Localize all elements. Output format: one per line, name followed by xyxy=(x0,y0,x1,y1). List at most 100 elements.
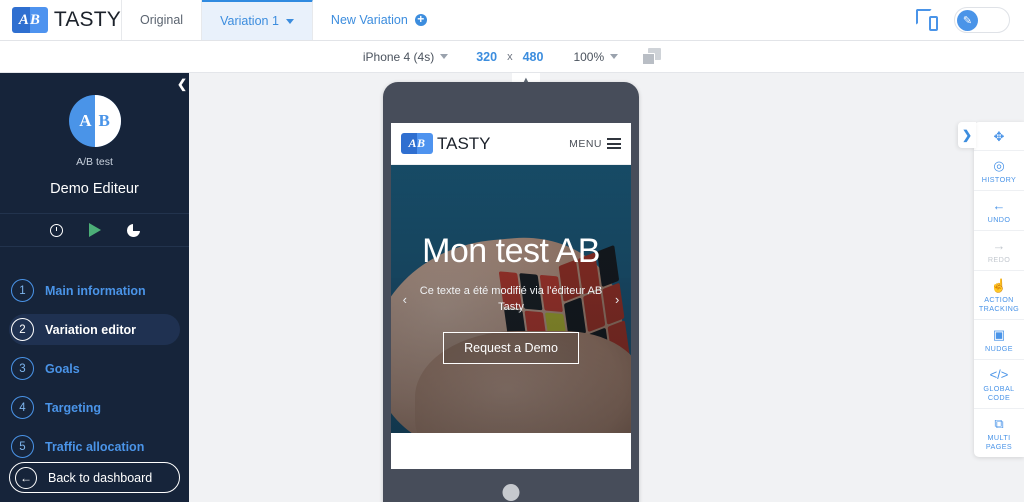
pencil-icon: ✎ xyxy=(957,9,978,31)
carousel-next-icon[interactable]: › xyxy=(615,292,619,307)
sidebar-item-variation-editor[interactable]: 2 Variation editor xyxy=(9,314,180,345)
history-button[interactable]: ◎ HISTORY xyxy=(974,151,1024,191)
preview-footer xyxy=(391,433,631,469)
new-variation-label: New Variation xyxy=(330,13,408,27)
undo-icon: ← xyxy=(992,198,1006,213)
step-number: 5 xyxy=(11,435,34,458)
request-demo-button[interactable]: Request a Demo xyxy=(443,331,579,364)
global-code-label: GLOBAL CODE xyxy=(983,384,1015,402)
viewport-height-value[interactable]: 480 xyxy=(523,50,544,64)
hero-content: Mon test AB ‹ Ce texte a été modifié via… xyxy=(391,165,631,433)
arrow-left-circle-icon: ← xyxy=(15,466,37,489)
chevron-right-icon[interactable]: ❯ xyxy=(958,122,976,148)
tab-variation-1[interactable]: Variation 1 xyxy=(202,0,313,40)
device-size-bar: iPhone 4 (4s) 320 x 480 100% xyxy=(0,41,1024,73)
preview-site-header: AB TASTY MENU xyxy=(391,123,631,165)
carousel-prev-icon[interactable]: ‹ xyxy=(403,292,407,307)
avatar-letter-a: A xyxy=(79,111,99,130)
preview-logo-text: TASTY xyxy=(437,133,491,153)
device-frame: AB TASTY MENU Mon test AB ‹ Ce texte a é… xyxy=(383,82,639,502)
sidebar-header: AB A/B test Demo Editeur xyxy=(0,73,189,197)
duplicate-screens-icon[interactable] xyxy=(642,48,662,65)
sidebar-action-icons xyxy=(0,213,189,247)
sidebar-item-traffic-allocation[interactable]: 5 Traffic allocation xyxy=(9,431,180,462)
nudge-label: NUDGE xyxy=(985,344,1013,353)
global-code-icon: </> xyxy=(989,367,1009,382)
topbar-right-controls: ✎ xyxy=(916,0,1024,40)
dimension-separator: x xyxy=(507,50,513,63)
back-to-dashboard-button[interactable]: ← Back to dashboard xyxy=(9,462,180,493)
right-toolbar: ❯ ✥ ◎ HISTORY ← UNDO → REDO ☝ ACTION TRA… xyxy=(958,122,1024,457)
chevron-down-icon[interactable] xyxy=(285,18,294,24)
step-number: 3 xyxy=(11,357,34,380)
tab-original[interactable]: Original xyxy=(122,0,203,40)
ab-tasty-logo-icon: AB xyxy=(12,7,48,33)
redo-label: REDO xyxy=(987,255,1011,264)
hamburger-menu-icon xyxy=(607,138,621,149)
campaign-title: Demo Editeur xyxy=(50,181,139,197)
clock-icon[interactable] xyxy=(49,223,63,237)
new-variation-button[interactable]: New Variation + xyxy=(313,0,445,40)
play-icon[interactable] xyxy=(88,223,101,237)
action-tracking-icon: ☝ xyxy=(990,278,1008,293)
pie-chart-icon[interactable] xyxy=(126,223,140,237)
undo-label: UNDO xyxy=(987,215,1011,224)
sidebar-item-main-information[interactable]: 1 Main information xyxy=(9,275,180,306)
step-number: 2 xyxy=(11,318,34,341)
step-number: 4 xyxy=(11,396,34,419)
step-number: 1 xyxy=(11,279,34,302)
test-type-label: A/B test xyxy=(76,156,113,168)
move-handle-icon[interactable]: ✥ xyxy=(974,122,1024,151)
brand-mark-text: AB xyxy=(18,11,41,28)
chevron-down-icon xyxy=(440,54,449,59)
back-to-dashboard-label: Back to dashboard xyxy=(48,470,153,485)
history-icon: ◎ xyxy=(993,158,1005,173)
preview-menu-button[interactable]: MENU xyxy=(569,138,621,150)
top-bar: AB TASTY Original Variation 1 New Variat… xyxy=(0,0,1024,41)
preview-logo-mark-text: AB xyxy=(408,136,426,150)
undo-button[interactable]: ← UNDO xyxy=(974,191,1024,231)
brand-name: TASTY xyxy=(53,8,121,31)
brand-logo-area: AB TASTY xyxy=(0,0,122,40)
chevron-down-icon xyxy=(610,54,619,59)
ab-tasty-editor-app: AB TASTY Original Variation 1 New Variat… xyxy=(0,0,1024,502)
chevron-left-icon[interactable]: ❮ xyxy=(175,73,189,95)
hero-subtitle-row: ‹ Ce texte a été modifié via l'éditeur A… xyxy=(399,284,623,316)
move-glyph: ✥ xyxy=(993,129,1005,144)
screen-front-shape xyxy=(642,53,656,65)
sidebar-item-label: Traffic allocation xyxy=(45,439,145,454)
preview-screen[interactable]: AB TASTY MENU Mon test AB ‹ Ce texte a é… xyxy=(391,123,631,469)
nudge-button[interactable]: ▣ NUDGE xyxy=(974,320,1024,360)
phone-shape xyxy=(929,16,938,31)
preview-logo[interactable]: AB TASTY xyxy=(401,133,491,154)
avatar-letter-b: B xyxy=(98,111,117,130)
sidebar-item-targeting[interactable]: 4 Targeting xyxy=(9,392,180,423)
viewport-width-value[interactable]: 320 xyxy=(476,50,497,64)
responsive-devices-icon[interactable] xyxy=(916,9,940,31)
preview-hero-section[interactable]: Mon test AB ‹ Ce texte a été modifié via… xyxy=(391,165,631,433)
action-tracking-button[interactable]: ☝ ACTION TRACKING xyxy=(974,271,1024,320)
ab-tasty-logo-icon: AB xyxy=(401,133,433,154)
sidebar-item-label: Goals xyxy=(45,361,80,376)
nudge-icon: ▣ xyxy=(992,327,1006,342)
left-sidebar: ❮ AB A/B test Demo Editeur 1 Main inform… xyxy=(0,73,189,502)
sidebar-item-label: Main information xyxy=(45,283,146,298)
zoom-select[interactable]: 100% xyxy=(573,50,619,64)
multi-pages-button[interactable]: ⧉ MULTI PAGES xyxy=(974,409,1024,457)
action-tracking-label: ACTION TRACKING xyxy=(978,295,1020,313)
edit-mode-toggle[interactable]: ✎ xyxy=(954,7,1010,33)
sidebar-steps: 1 Main information 2 Variation editor 3 … xyxy=(0,275,189,462)
tab-original-label: Original xyxy=(140,13,184,27)
avatar: AB xyxy=(68,95,121,147)
global-code-button[interactable]: </> GLOBAL CODE xyxy=(974,360,1024,409)
sidebar-item-goals[interactable]: 3 Goals xyxy=(9,353,180,384)
device-select[interactable]: iPhone 4 (4s) xyxy=(363,50,449,64)
hero-title[interactable]: Mon test AB xyxy=(422,234,600,270)
preview-menu-label: MENU xyxy=(569,137,602,150)
device-home-button xyxy=(502,484,520,501)
hero-subtitle[interactable]: Ce texte a été modifié via l'éditeur AB … xyxy=(413,284,609,316)
multi-pages-label: MULTI PAGES xyxy=(985,433,1013,451)
redo-button: → REDO xyxy=(974,231,1024,271)
editor-canvas: ▲ AB TASTY MENU Mon test AB ‹ Ce texte a… xyxy=(189,73,1024,502)
